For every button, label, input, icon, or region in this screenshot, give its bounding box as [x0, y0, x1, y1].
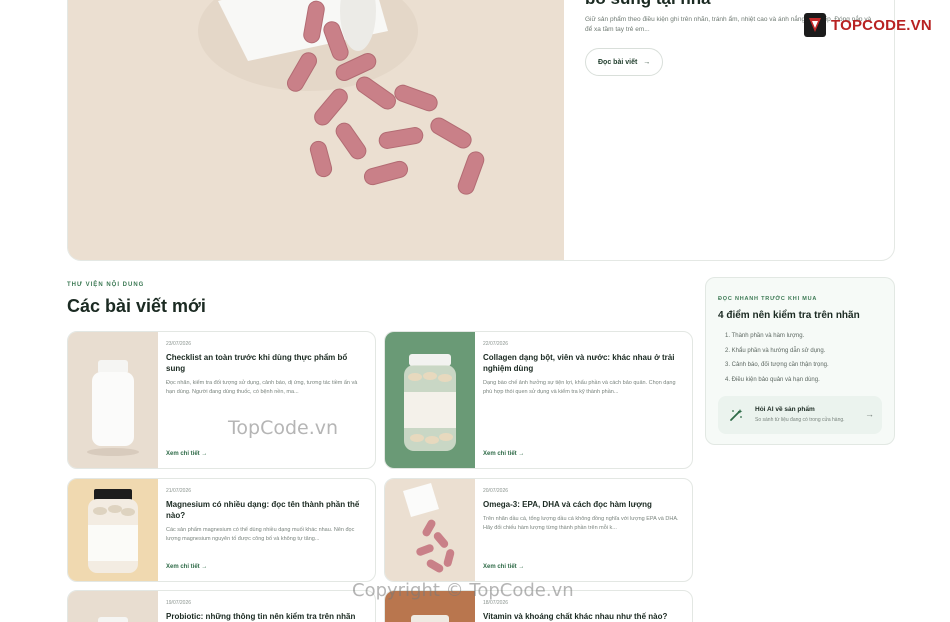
article-card[interactable]: 23/07/2026 Checklist an toàn trước khi d…	[67, 331, 376, 469]
article-excerpt: Các sản phẩm magnesium có thể dùng nhiều…	[166, 527, 355, 542]
watermark: Copyright © TopCode.vn	[352, 580, 574, 601]
article-thumbnail	[68, 479, 158, 581]
article-title[interactable]: Vitamin và khoáng chất khác nhau như thế…	[483, 611, 684, 622]
section-eyebrow: THƯ VIỆN NỘI DUNG	[67, 282, 145, 288]
article-date: 19/07/2026	[166, 600, 192, 606]
read-article-button[interactable]: Đọc bài viết →	[585, 48, 664, 76]
article-card[interactable]: 19/07/2026 Probiotic: những thông tin nê…	[67, 590, 376, 622]
article-title[interactable]: Collagen dạng bột, viên và nước: khác nh…	[483, 352, 684, 374]
article-details-link[interactable]: Xem chi tiết →	[166, 451, 207, 457]
article-excerpt: Dạng bào chế ảnh hưởng sự tiện lợi, khẩu…	[483, 380, 676, 395]
article-body: 19/07/2026 Probiotic: những thông tin nê…	[166, 600, 367, 622]
article-date: 22/07/2026	[483, 341, 509, 347]
panel-eyebrow: ĐỌC NHANH TRƯỚC KHI MUA	[718, 296, 818, 302]
checklist-item: 1. Thành phần và hàm lượng.	[725, 333, 805, 339]
article-thumbnail	[385, 332, 475, 468]
article-title[interactable]: Magnesium có nhiều dạng: đọc tên thành p…	[166, 499, 367, 521]
article-details-link[interactable]: Xem chi tiết →	[483, 451, 524, 457]
article-thumbnail	[385, 479, 475, 581]
article-date: 21/07/2026	[166, 488, 192, 494]
article-body: 21/07/2026 Magnesium có nhiều dạng: đọc …	[166, 488, 367, 573]
checklist-item: 4. Điều kiện bảo quản và hạn dùng.	[725, 376, 820, 383]
article-excerpt: Đọc nhãn, kiểm tra đối tượng sử dụng, cả…	[166, 380, 358, 395]
hero-title: bổ sung tại nhà	[585, 0, 885, 9]
article-title[interactable]: Probiotic: những thông tin nên kiểm tra …	[166, 611, 367, 622]
hero-card: bổ sung tại nhà Giữ sản phẩm theo điều k…	[67, 0, 895, 261]
article-card[interactable]: 20/07/2026 Omega-3: EPA, DHA và cách đọc…	[384, 478, 693, 582]
article-body: 20/07/2026 Omega-3: EPA, DHA và cách đọc…	[483, 488, 684, 573]
article-details-link[interactable]: Xem chi tiết →	[166, 564, 207, 570]
checklist-item: 2. Khẩu phần và hướng dẫn sử dụng.	[725, 347, 826, 354]
arrow-right-icon: →	[865, 409, 874, 419]
article-date: 23/07/2026	[166, 341, 192, 347]
panel-title: 4 điểm nên kiểm tra trên nhãn	[718, 310, 860, 321]
ask-ai-subtitle: So sánh từ liệu đang có trong cửa hàng.	[755, 417, 845, 423]
article-details-link[interactable]: Xem chi tiết →	[483, 564, 524, 570]
section-title: Các bài viết mới	[67, 296, 206, 316]
topcode-logo[interactable]: TOPCODE.VN	[803, 12, 932, 38]
article-body: 23/07/2026 Checklist an toàn trước khi d…	[166, 341, 367, 460]
article-title[interactable]: Omega-3: EPA, DHA và cách đọc hàm lượng	[483, 499, 684, 510]
article-body: 18/07/2026 Vitamin và khoáng chất khác n…	[483, 600, 684, 622]
read-article-label: Đọc bài viết	[598, 58, 638, 66]
magic-wand-icon	[730, 409, 743, 421]
article-body: 22/07/2026 Collagen dạng bột, viên và nư…	[483, 341, 684, 460]
article-thumbnail	[68, 591, 158, 622]
topcode-logo-icon	[804, 13, 826, 37]
label-checklist: 1. Thành phần và hàm lượng. 2. Khẩu phần…	[725, 333, 829, 391]
ask-ai-button[interactable]: Hỏi AI về sản phẩm So sánh từ liệu đang …	[718, 396, 882, 434]
checklist-item: 3. Cảnh báo, đối tượng cần thận trọng.	[725, 362, 829, 368]
ask-ai-title: Hỏi AI về sản phẩm	[755, 406, 815, 413]
article-card[interactable]: 21/07/2026 Magnesium có nhiều dạng: đọc …	[67, 478, 376, 582]
article-excerpt: Trên nhãn dầu cá, tổng lượng dầu cá khôn…	[483, 516, 679, 531]
quick-read-panel: ĐỌC NHANH TRƯỚC KHI MUA 4 điểm nên kiểm …	[705, 277, 895, 445]
hero-pills-image	[68, 0, 564, 260]
watermark: TopCode.vn	[228, 417, 339, 439]
article-thumbnail	[68, 332, 158, 468]
arrow-right-icon: →	[643, 58, 651, 66]
article-title[interactable]: Checklist an toàn trước khi dùng thực ph…	[166, 352, 367, 374]
topcode-logo-text: TOPCODE.VN	[831, 16, 932, 34]
article-card[interactable]: 22/07/2026 Collagen dạng bột, viên và nư…	[384, 331, 693, 469]
article-date: 20/07/2026	[483, 488, 509, 494]
